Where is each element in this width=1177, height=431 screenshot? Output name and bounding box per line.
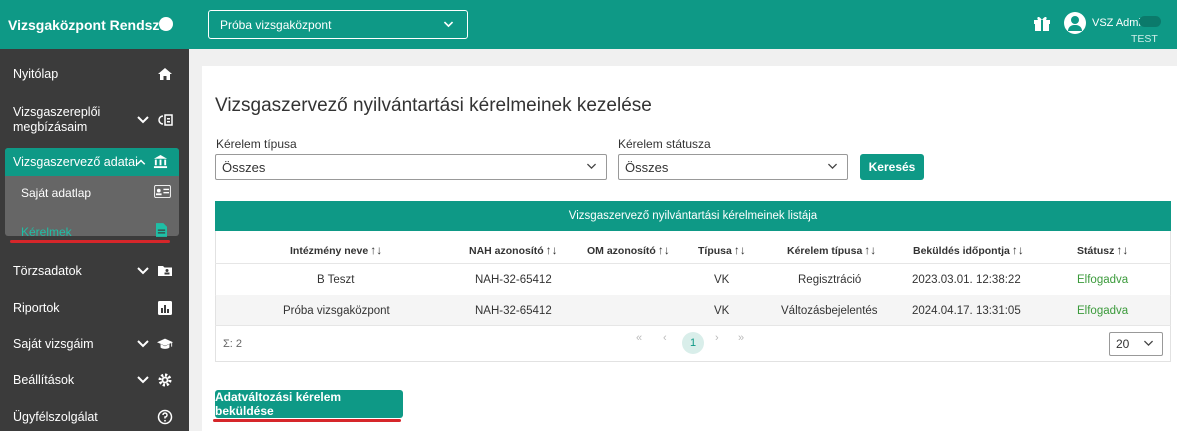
chevron-down-icon bbox=[827, 163, 838, 170]
table-cell: 2023.03.01. 12:38:22 bbox=[912, 274, 1021, 286]
sidebar-item-home[interactable]: Nyitólap bbox=[0, 62, 189, 86]
gear-icon bbox=[158, 373, 172, 387]
sort-icon: ↑↓ bbox=[1011, 243, 1024, 257]
sort-icon: ↑↓ bbox=[545, 243, 558, 257]
last-page-icon[interactable]: » bbox=[738, 332, 744, 344]
sidebar-item-organizer-data[interactable]: Vizsgaszervező adatai bbox=[5, 148, 179, 176]
table-cell: Próba vizsgaközpont bbox=[283, 305, 390, 317]
sidebar: Vizsgaközpont Rendszer Nyitólap Vizsgasz… bbox=[0, 0, 189, 431]
user-badge bbox=[1139, 16, 1161, 27]
sort-icon: ↑↓ bbox=[864, 243, 877, 257]
chevron-down-icon bbox=[137, 267, 149, 275]
table-divider bbox=[215, 325, 1171, 326]
chevron-up-icon bbox=[136, 158, 146, 165]
bank-icon bbox=[153, 154, 168, 169]
column-header-submitted[interactable]: Beküldés időpontja ↑↓ bbox=[913, 243, 1024, 257]
avatar[interactable] bbox=[1064, 12, 1086, 34]
row-count: Σ: 2 bbox=[223, 338, 243, 350]
request-status-label: Kérelem státusza bbox=[618, 137, 711, 151]
table-divider bbox=[215, 263, 1171, 264]
table-cell: NAH-32-65412 bbox=[475, 305, 552, 317]
first-page-icon[interactable]: « bbox=[636, 332, 642, 344]
highlight-underline bbox=[213, 419, 401, 422]
app-title: Vizsgaközpont Rendszer bbox=[8, 16, 173, 33]
chevron-down-icon bbox=[443, 21, 454, 28]
sort-icon: ↑↓ bbox=[370, 243, 383, 257]
environment-label: TEST bbox=[1131, 33, 1158, 45]
folder-user-icon bbox=[158, 266, 172, 276]
sort-icon: ↑↓ bbox=[657, 243, 670, 257]
assignment-icon bbox=[158, 114, 173, 126]
request-status-select[interactable]: Összes bbox=[618, 154, 848, 180]
request-type-select[interactable]: Összes bbox=[215, 154, 607, 180]
sort-icon: ↑↓ bbox=[1116, 243, 1129, 257]
chevron-down-icon bbox=[137, 116, 149, 124]
gift-icon[interactable] bbox=[1033, 14, 1051, 32]
main-card: Vizsgaszervező nyilvántartási kérelmeine… bbox=[202, 66, 1177, 431]
sidebar-item-support[interactable]: Ügyfélszolgálat bbox=[0, 408, 189, 426]
table-cell: Regisztráció bbox=[798, 274, 862, 286]
home-icon bbox=[158, 68, 172, 80]
prev-page-icon[interactable]: ‹ bbox=[663, 332, 667, 344]
highlight-underline bbox=[10, 240, 170, 243]
table-cell: VK bbox=[714, 274, 730, 286]
sidebar-item-reports[interactable]: Riportok bbox=[0, 299, 189, 317]
column-header-nah-id[interactable]: NAH azonosító ↑↓ bbox=[469, 243, 558, 257]
top-bar: Próba vizsgaközpont VSZ Admin TEST bbox=[189, 0, 1177, 49]
sidebar-subitem-requests[interactable]: Kérelmek bbox=[21, 225, 72, 239]
request-type-label: Kérelem típusa bbox=[216, 137, 297, 151]
current-page[interactable]: 1 bbox=[682, 332, 704, 354]
sidebar-item-settings[interactable]: Beállítások bbox=[0, 371, 189, 389]
id-card-icon bbox=[154, 185, 171, 198]
table-cell: VK bbox=[714, 305, 730, 317]
graduation-cap-icon bbox=[157, 338, 173, 349]
page-size-select[interactable]: 20 bbox=[1109, 332, 1163, 356]
help-icon bbox=[157, 409, 173, 425]
chevron-down-icon bbox=[586, 163, 597, 170]
chart-icon bbox=[158, 301, 172, 315]
search-button[interactable]: Keresés bbox=[860, 154, 924, 180]
submit-change-request-button[interactable]: Adatváltozási kérelem beküldése bbox=[215, 390, 403, 418]
sidebar-item-my-exams[interactable]: Saját vizsgáim bbox=[0, 335, 189, 353]
table-cell: 2024.04.17. 13:31:05 bbox=[912, 305, 1021, 317]
chevron-down-icon bbox=[137, 376, 149, 384]
sidebar-item-assignments[interactable]: Vizsgaszereplői megbízásaim bbox=[0, 103, 189, 137]
sidebar-item-master-data[interactable]: Törzsadatok bbox=[0, 262, 189, 280]
sidebar-subitem-profile[interactable]: Saját adatlap bbox=[21, 186, 91, 200]
table-cell: B Teszt bbox=[317, 274, 355, 286]
next-page-icon[interactable]: › bbox=[715, 332, 719, 344]
column-header-status[interactable]: Státusz ↑↓ bbox=[1077, 243, 1128, 257]
page-title: Vizsgaszervező nyilvántartási kérelmeine… bbox=[215, 95, 652, 116]
chevron-down-icon bbox=[137, 340, 149, 348]
column-header-request-type[interactable]: Kérelem típusa ↑↓ bbox=[787, 243, 876, 257]
column-header-om-id[interactable]: OM azonosító ↑↓ bbox=[587, 243, 670, 257]
exam-center-select[interactable]: Próba vizsgaközpont bbox=[208, 10, 468, 39]
sort-icon: ↑↓ bbox=[733, 243, 746, 257]
status-badge: Elfogadva bbox=[1077, 274, 1129, 286]
document-icon bbox=[156, 223, 167, 237]
status-badge: Elfogadva bbox=[1077, 305, 1129, 317]
table-cell: Változásbejelentés bbox=[781, 305, 878, 317]
column-header-type[interactable]: Típusa ↑↓ bbox=[698, 243, 746, 257]
column-header-institution[interactable]: Intézmény neve ↑↓ bbox=[290, 243, 382, 257]
status-dot-icon bbox=[159, 17, 173, 31]
table-title: Vizsgaszervező nyilvántartási kérelmeine… bbox=[215, 201, 1171, 231]
table-cell: NAH-32-65412 bbox=[475, 274, 552, 286]
chevron-down-icon bbox=[1143, 340, 1154, 347]
